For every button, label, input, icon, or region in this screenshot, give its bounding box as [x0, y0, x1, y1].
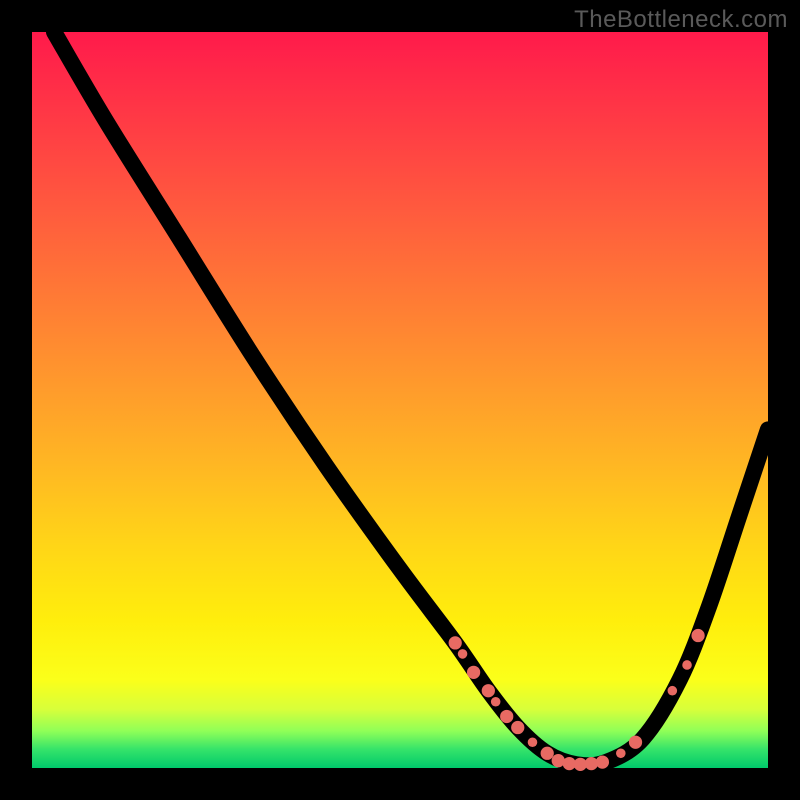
curve-marker	[616, 748, 626, 758]
curve-marker	[541, 747, 554, 760]
curve-marker	[449, 636, 462, 649]
watermark-text: TheBottleneck.com	[574, 6, 788, 34]
bottleneck-curve	[54, 32, 768, 765]
curve-marker	[528, 737, 538, 747]
chart-frame: TheBottleneck.com	[0, 0, 800, 800]
curve-marker	[691, 629, 704, 642]
curve-marker	[668, 686, 678, 696]
curve-marker	[682, 660, 692, 670]
curve-marker	[500, 710, 513, 723]
curve-marker	[458, 649, 468, 659]
curve-marker	[511, 721, 524, 734]
curve-marker	[491, 697, 501, 707]
curve-marker	[482, 684, 495, 697]
curve-marker	[467, 666, 480, 679]
plot-area	[32, 32, 768, 768]
chart-svg	[32, 32, 768, 768]
curve-marker	[629, 736, 642, 749]
curve-marker	[596, 755, 609, 768]
